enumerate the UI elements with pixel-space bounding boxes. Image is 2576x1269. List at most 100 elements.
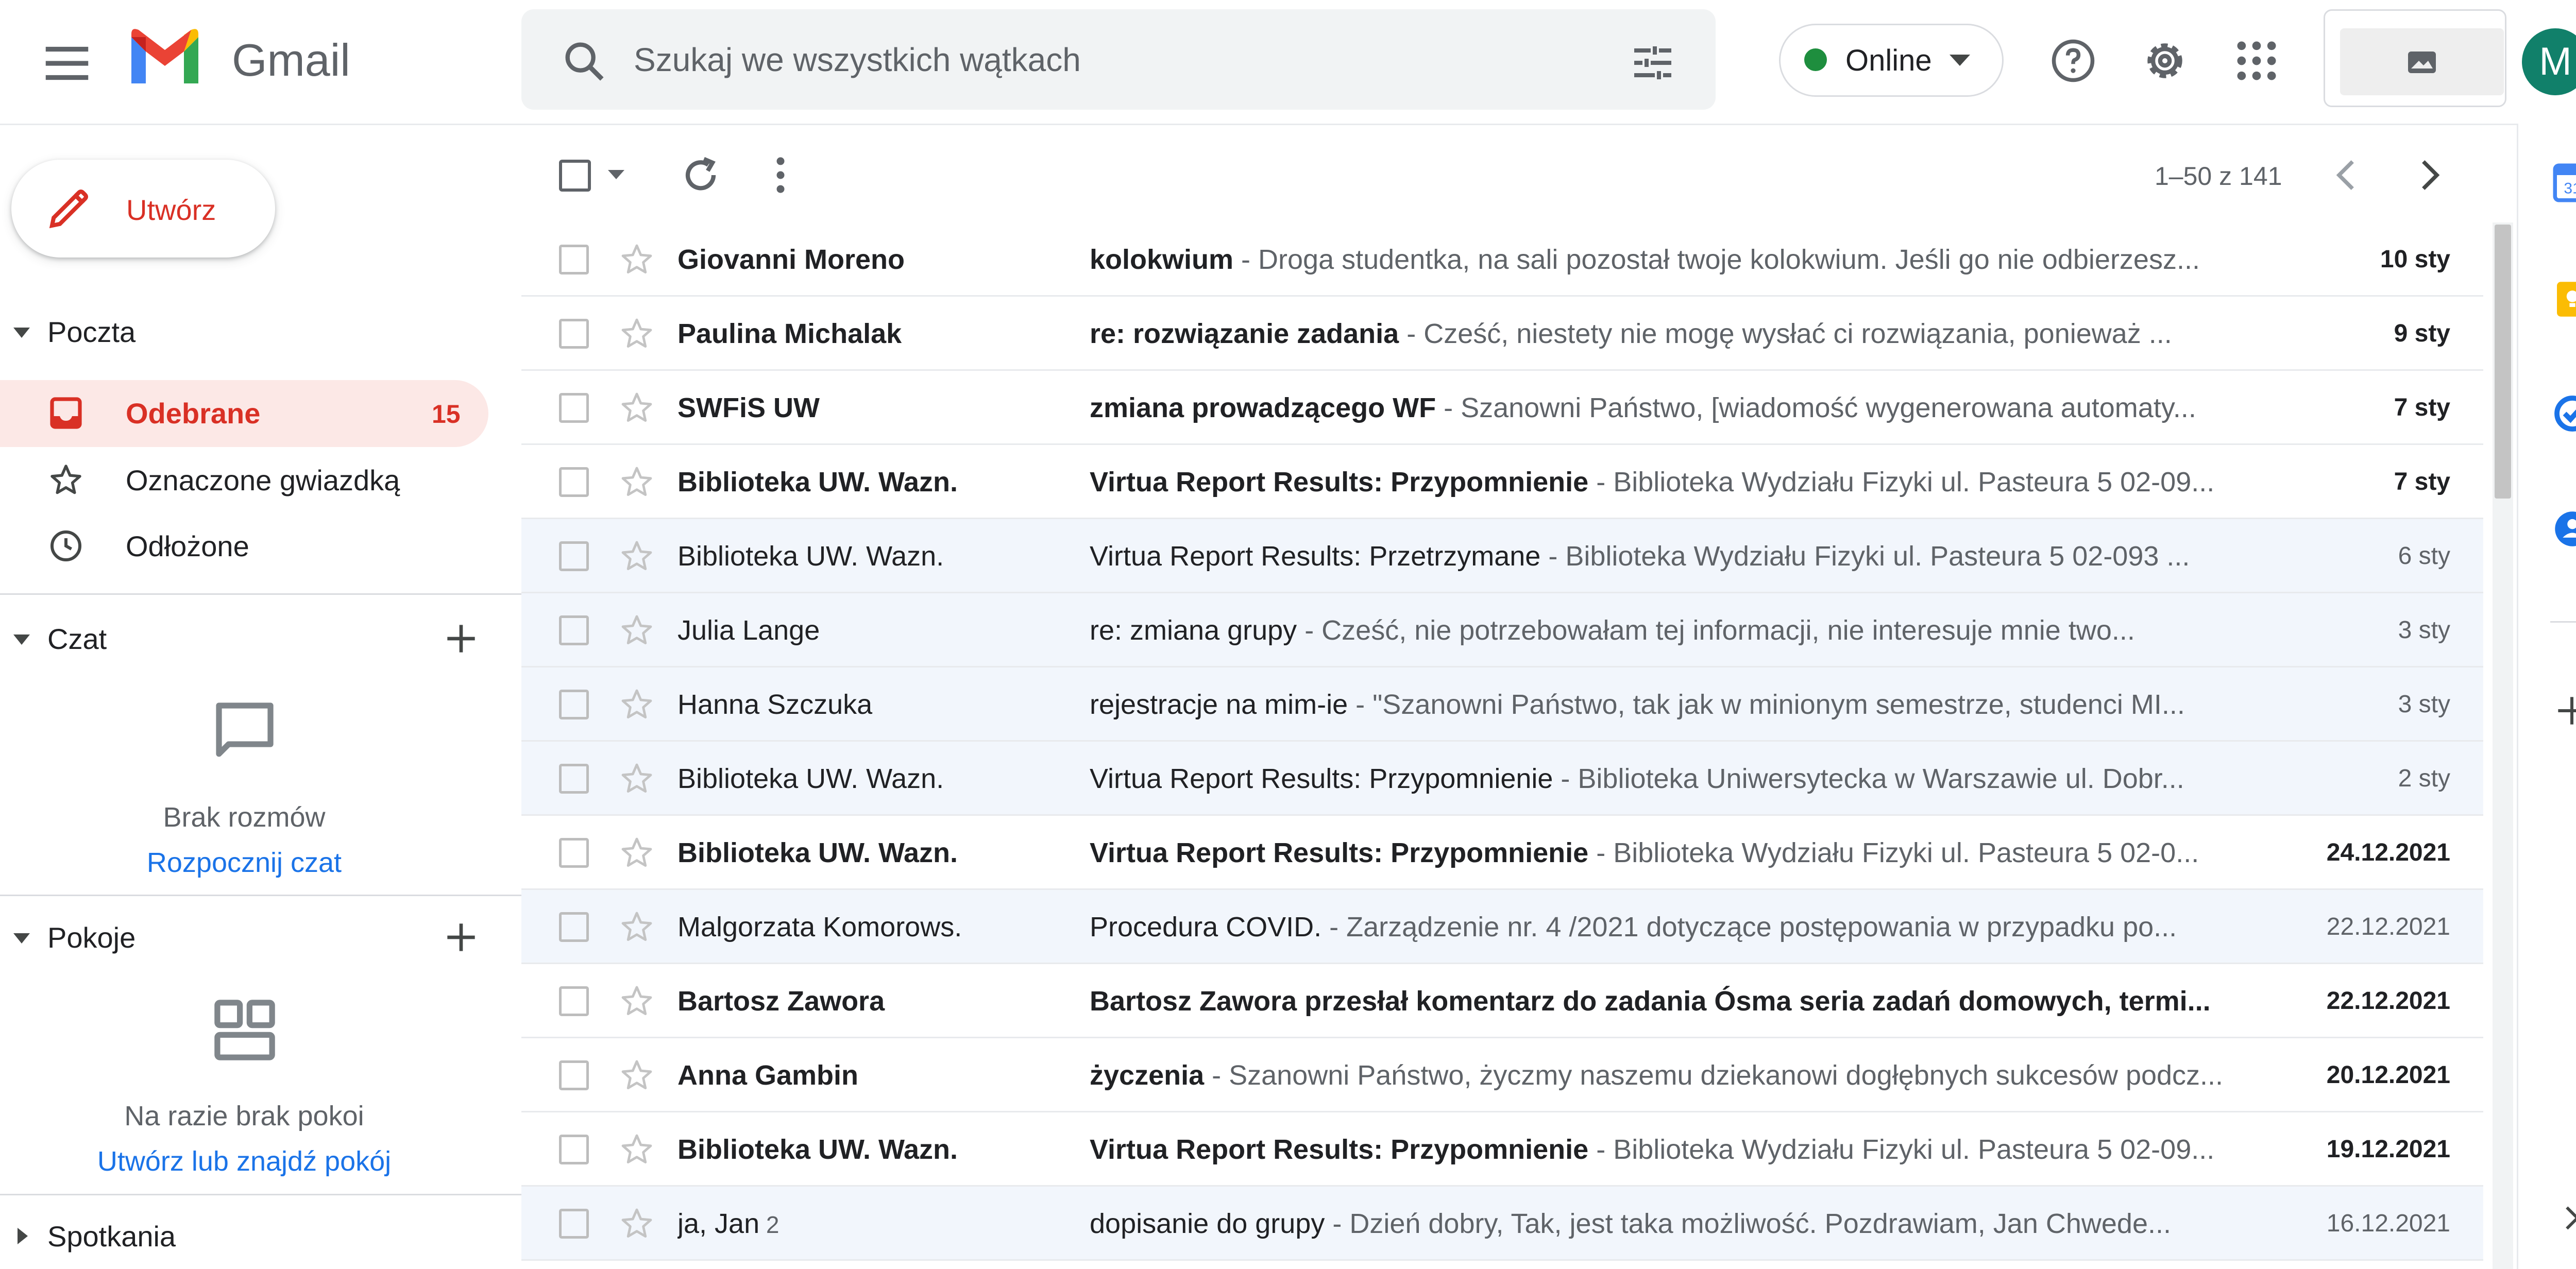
email-row[interactable]: Paulina Michalak re: rozwiązanie zadania… bbox=[521, 297, 2483, 371]
sender-name: ja, Jan bbox=[677, 1208, 760, 1239]
apps-icon[interactable] bbox=[2231, 35, 2282, 87]
star-icon[interactable] bbox=[618, 686, 655, 723]
row-checkbox[interactable] bbox=[559, 912, 589, 942]
email-subject: Bartosz Zawora przesłał komentarz do zad… bbox=[1090, 986, 2211, 1017]
chevron-down-icon[interactable] bbox=[608, 170, 624, 179]
email-row[interactable]: Bartosz Zawora Bartosz Zawora przesłał k… bbox=[521, 964, 2483, 1038]
chevron-right-icon[interactable] bbox=[2406, 152, 2452, 198]
calendar-icon[interactable]: 31 bbox=[2549, 160, 2576, 206]
email-row[interactable]: Biblioteka UW. Wazn. Virtua Report Resul… bbox=[521, 519, 2483, 593]
email-date: 22.12.2021 bbox=[2326, 987, 2450, 1015]
star-icon[interactable] bbox=[618, 1205, 655, 1242]
collapse-caret-icon[interactable] bbox=[13, 328, 30, 338]
add-addon-icon[interactable] bbox=[2551, 690, 2576, 736]
meet-section-title[interactable]: Spotkania bbox=[47, 1219, 176, 1255]
contacts-icon[interactable] bbox=[2549, 506, 2576, 552]
star-icon[interactable] bbox=[618, 612, 655, 649]
row-checkbox[interactable] bbox=[559, 319, 589, 349]
row-checkbox[interactable] bbox=[559, 393, 589, 423]
chat-empty-text: Brak rozmów bbox=[163, 802, 326, 833]
chevron-right-icon[interactable] bbox=[2553, 1200, 2576, 1246]
star-icon[interactable] bbox=[618, 315, 655, 352]
star-icon[interactable] bbox=[618, 538, 655, 575]
search-options-icon[interactable] bbox=[1628, 38, 1677, 88]
star-icon[interactable] bbox=[618, 983, 655, 1020]
star-icon[interactable] bbox=[618, 908, 655, 946]
rooms-empty-text: Na razie brak pokoi bbox=[124, 1101, 364, 1131]
divider bbox=[0, 593, 521, 595]
row-checkbox[interactable] bbox=[559, 467, 589, 497]
row-checkbox[interactable] bbox=[559, 690, 589, 719]
scrollbar-thumb[interactable] bbox=[2495, 225, 2511, 499]
sidebar-item-starred[interactable]: Oznaczone gwiazdką bbox=[126, 462, 400, 499]
select-all-checkbox[interactable] bbox=[559, 160, 591, 192]
refresh-icon[interactable] bbox=[675, 149, 726, 201]
email-row[interactable]: Biblioteka UW. Wazn. Virtua Report Resul… bbox=[521, 816, 2483, 890]
email-row[interactable]: Biblioteka UW. Wazn. Virtua Report Resul… bbox=[521, 1112, 2483, 1187]
add-chat-icon[interactable] bbox=[440, 618, 482, 659]
email-row[interactable]: Anna Gambin życzenia - Szanowni Państwo,… bbox=[521, 1038, 2483, 1112]
row-checkbox[interactable] bbox=[559, 838, 589, 868]
star-icon[interactable] bbox=[618, 834, 655, 871]
divider bbox=[0, 1194, 521, 1195]
email-row[interactable]: Biblioteka UW. Wazn. Virtua Report Resul… bbox=[521, 445, 2483, 519]
row-checkbox[interactable] bbox=[559, 986, 589, 1016]
chevron-left-icon[interactable] bbox=[2324, 152, 2370, 198]
tasks-icon[interactable] bbox=[2549, 390, 2576, 437]
keep-icon[interactable] bbox=[2549, 276, 2576, 322]
expand-caret-icon[interactable] bbox=[18, 1228, 28, 1244]
svg-text:31: 31 bbox=[2564, 180, 2576, 197]
email-row[interactable]: Hanna Szczuka rejestracje na mim-ie - "S… bbox=[521, 667, 2483, 742]
email-date: 19.12.2021 bbox=[2326, 1136, 2450, 1163]
email-sender: SWFiS UW bbox=[677, 390, 1069, 426]
add-room-icon[interactable] bbox=[440, 917, 482, 958]
email-row[interactable]: ja, Jan 2 dopisanie do grupy - Dzień dob… bbox=[521, 1187, 2483, 1261]
rooms-section-title[interactable]: Pokoje bbox=[47, 920, 135, 956]
row-checkbox[interactable] bbox=[559, 1060, 589, 1090]
help-icon[interactable] bbox=[2047, 35, 2099, 87]
email-row[interactable]: Malgorzata Komorows. Procedura COVID. - … bbox=[521, 890, 2483, 964]
email-date: 16.12.2021 bbox=[2326, 1210, 2450, 1237]
email-row[interactable]: SWFiS UW zmiana prowadzącego WF - Szanow… bbox=[521, 371, 2483, 445]
email-date: 9 sty bbox=[2394, 320, 2450, 347]
sender-name: Paulina Michalak bbox=[677, 318, 902, 349]
email-content: rejestracje na mim-ie - "Szanowni Państw… bbox=[1090, 687, 2275, 722]
more-options-icon[interactable] bbox=[755, 149, 806, 201]
email-snippet: - Dzień dobry, Tak, jest taka możliwość.… bbox=[1325, 1208, 2171, 1239]
start-chat-link[interactable]: Rozpocznij czat bbox=[0, 845, 488, 881]
gmail-logo[interactable] bbox=[126, 27, 204, 89]
search-input[interactable] bbox=[633, 23, 1562, 96]
email-content: Virtua Report Results: Przetrzymane - Bi… bbox=[1090, 539, 2275, 574]
star-icon[interactable] bbox=[618, 760, 655, 797]
mail-section-title[interactable]: Poczta bbox=[47, 314, 135, 350]
row-checkbox[interactable] bbox=[559, 245, 589, 275]
star-icon[interactable] bbox=[618, 389, 655, 426]
find-room-link[interactable]: Utwórz lub znajdź pokój bbox=[0, 1143, 488, 1179]
email-row[interactable]: Giovanni Moreno kolokwium - Droga studen… bbox=[521, 222, 2483, 297]
email-subject: re: zmiana grupy bbox=[1090, 615, 1297, 646]
star-icon[interactable] bbox=[618, 464, 655, 501]
email-sender: Giovanni Moreno bbox=[677, 242, 1069, 278]
row-checkbox[interactable] bbox=[559, 1135, 589, 1164]
chat-section-title[interactable]: Czat bbox=[47, 621, 107, 657]
email-row[interactable]: Biblioteka UW. Wazn. Virtua Report Resul… bbox=[521, 742, 2483, 816]
collapse-caret-icon[interactable] bbox=[13, 933, 30, 944]
star-icon[interactable] bbox=[618, 241, 655, 278]
email-snippet: - Cześć, niestety nie mogę wysłać ci roz… bbox=[1399, 318, 2172, 349]
sender-name: Malgorzata Komorows. bbox=[677, 912, 962, 942]
email-row[interactable]: Julia Lange re: zmiana grupy - Cześć, ni… bbox=[521, 593, 2483, 667]
row-checkbox[interactable] bbox=[559, 1209, 589, 1239]
search-icon[interactable] bbox=[559, 36, 611, 88]
collapse-caret-icon[interactable] bbox=[13, 634, 30, 645]
row-checkbox[interactable] bbox=[559, 764, 589, 794]
email-subject: życzenia bbox=[1090, 1060, 1205, 1091]
row-checkbox[interactable] bbox=[559, 541, 589, 571]
star-icon[interactable] bbox=[618, 1131, 655, 1168]
email-subject: zmiana prowadzącego WF bbox=[1090, 392, 1436, 423]
settings-icon[interactable] bbox=[2139, 35, 2191, 87]
sidebar-item-snoozed[interactable]: Odłożone bbox=[126, 528, 249, 564]
row-checkbox[interactable] bbox=[559, 615, 589, 645]
email-snippet: - Szanowni Państwo, [wiadomość wygenerow… bbox=[1436, 392, 2196, 423]
main-menu-icon[interactable] bbox=[39, 35, 95, 92]
star-icon[interactable] bbox=[618, 1057, 655, 1094]
